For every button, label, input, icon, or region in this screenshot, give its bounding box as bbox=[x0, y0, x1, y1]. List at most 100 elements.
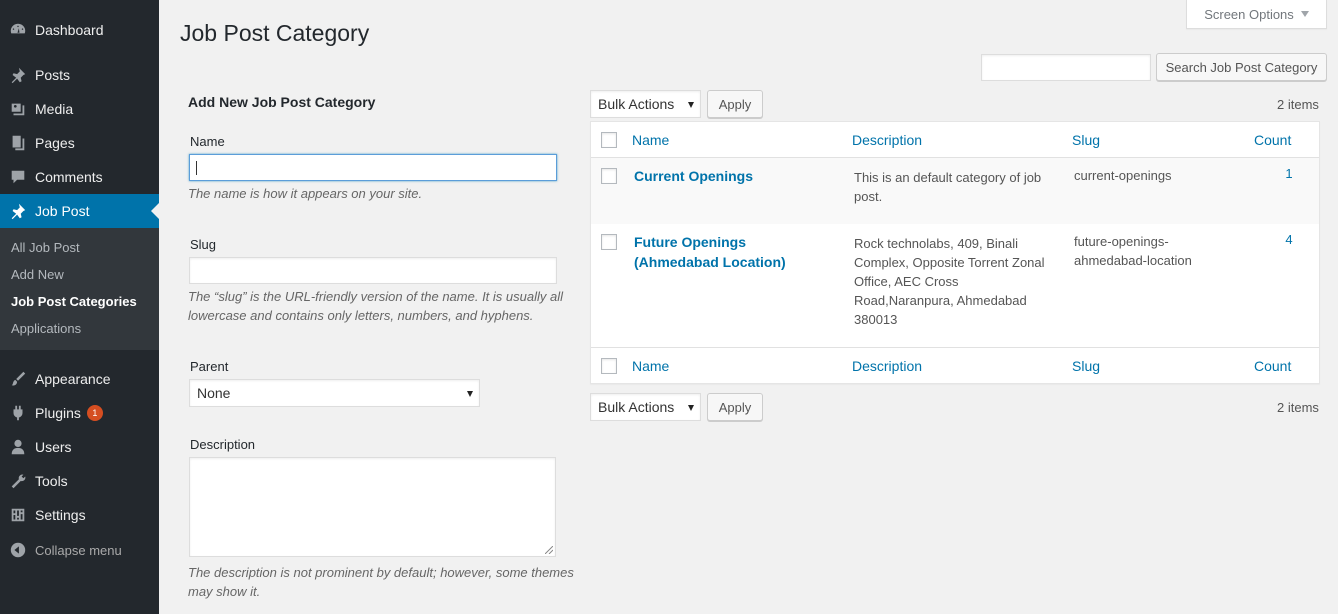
collapse-icon bbox=[0, 541, 35, 559]
page-title: Job Post Category bbox=[180, 20, 370, 46]
column-header-name[interactable]: Name bbox=[632, 132, 669, 148]
comment-icon bbox=[0, 168, 35, 186]
dropdown-arrow-icon bbox=[688, 102, 694, 108]
row-count-link[interactable]: 4 bbox=[1279, 232, 1299, 247]
column-footer-slug[interactable]: Slug bbox=[1072, 358, 1100, 374]
chevron-down-icon bbox=[1300, 11, 1309, 17]
bulk-actions-select-bottom[interactable]: Bulk Actions bbox=[590, 393, 701, 421]
row-checkbox[interactable] bbox=[601, 234, 617, 250]
row-description: Rock technolabs, 409, Binali Complex, Op… bbox=[854, 236, 1045, 327]
apply-label: Apply bbox=[718, 96, 752, 112]
name-label: Name bbox=[190, 134, 225, 149]
plug-icon bbox=[0, 404, 35, 422]
row-count-link[interactable]: 1 bbox=[1279, 166, 1299, 181]
slug-help-text: The “slug” is the URL-friendly version o… bbox=[188, 289, 563, 323]
row-slug: current-openings bbox=[1074, 168, 1172, 183]
submenu-job-post-categories[interactable]: Job Post Categories bbox=[11, 294, 137, 309]
apply-button-top[interactable]: Apply bbox=[707, 90, 763, 118]
sidebar-item-label: Plugins bbox=[35, 405, 81, 421]
wrench-icon bbox=[0, 472, 35, 490]
screen-options-label: Screen Options bbox=[1204, 6, 1294, 22]
items-count-bottom: 2 items bbox=[1277, 400, 1319, 415]
pin-icon bbox=[0, 66, 35, 84]
collapse-menu-button[interactable]: Collapse menu bbox=[0, 538, 122, 562]
column-header-count[interactable]: Count bbox=[1254, 132, 1291, 148]
sidebar-item-appearance[interactable]: Appearance bbox=[0, 362, 159, 396]
sidebar-item-users[interactable]: Users bbox=[0, 430, 159, 464]
table-row: Future Openings (Ahmedabad Location) Roc… bbox=[591, 224, 1319, 347]
submenu-all-job-post[interactable]: All Job Post bbox=[11, 240, 80, 255]
row-description: This is an default category of job post. bbox=[854, 170, 1042, 204]
sidebar-item-posts[interactable]: Posts bbox=[0, 58, 159, 92]
row-checkbox[interactable] bbox=[601, 168, 617, 184]
parent-select-value: None bbox=[197, 385, 231, 401]
sidebar-item-label: Users bbox=[35, 439, 72, 455]
pin-icon bbox=[0, 202, 35, 220]
sidebar-item-label: Media bbox=[35, 101, 74, 117]
media-icon bbox=[0, 100, 35, 118]
sidebar-item-label: Tools bbox=[35, 473, 68, 489]
sidebar-item-plugins[interactable]: Plugins 1 bbox=[0, 396, 159, 430]
row-name-link[interactable]: Future Openings (Ahmedabad Location) bbox=[634, 232, 804, 272]
submenu-applications[interactable]: Applications bbox=[11, 321, 81, 336]
description-textarea[interactable] bbox=[189, 457, 556, 557]
column-header-description[interactable]: Description bbox=[852, 132, 922, 148]
search-button-label: Search Job Post Category bbox=[1165, 59, 1318, 75]
slug-field[interactable] bbox=[189, 257, 557, 284]
column-footer-name[interactable]: Name bbox=[632, 358, 669, 374]
plugins-update-badge: 1 bbox=[86, 405, 103, 421]
row-name-link[interactable]: Current Openings bbox=[634, 166, 804, 186]
sidebar-item-label: Appearance bbox=[35, 371, 111, 387]
row-slug: future-openings-ahmedabad-location bbox=[1074, 234, 1192, 268]
apply-button-bottom[interactable]: Apply bbox=[707, 393, 763, 421]
search-input[interactable] bbox=[981, 54, 1151, 81]
search-button[interactable]: Search Job Post Category bbox=[1156, 53, 1327, 81]
description-help-text: The description is not prominent by defa… bbox=[188, 565, 574, 599]
submenu-add-new[interactable]: Add New bbox=[11, 267, 64, 282]
parent-label: Parent bbox=[190, 359, 229, 374]
column-footer-count[interactable]: Count bbox=[1254, 358, 1291, 374]
admin-sidebar: Dashboard Posts Media Pages Comments Job… bbox=[0, 0, 159, 614]
sidebar-item-comments[interactable]: Comments bbox=[0, 160, 159, 194]
settings-icon bbox=[0, 506, 35, 524]
name-field[interactable] bbox=[189, 154, 557, 181]
sidebar-item-pages[interactable]: Pages bbox=[0, 126, 159, 160]
sidebar-item-label: Dashboard bbox=[35, 22, 104, 38]
apply-label: Apply bbox=[718, 399, 752, 415]
column-footer-description[interactable]: Description bbox=[852, 358, 922, 374]
pages-icon bbox=[0, 134, 35, 152]
sidebar-item-label: Settings bbox=[35, 507, 86, 523]
resize-grip-icon[interactable] bbox=[545, 546, 553, 554]
select-all-checkbox[interactable] bbox=[601, 132, 617, 148]
collapse-menu-label: Collapse menu bbox=[35, 542, 122, 558]
items-count-top: 2 items bbox=[1277, 97, 1319, 112]
bulk-actions-label: Bulk Actions bbox=[598, 96, 675, 112]
screen-options-button[interactable]: Screen Options bbox=[1186, 0, 1327, 29]
sidebar-item-dashboard[interactable]: Dashboard bbox=[0, 13, 159, 47]
dropdown-arrow-icon bbox=[688, 405, 694, 411]
bulk-actions-select-top[interactable]: Bulk Actions bbox=[590, 90, 701, 118]
sidebar-item-label: Posts bbox=[35, 67, 71, 83]
column-header-slug[interactable]: Slug bbox=[1072, 132, 1100, 148]
sidebar-item-settings[interactable]: Settings bbox=[0, 498, 159, 532]
categories-table: Name Description Slug Count Current Open… bbox=[590, 121, 1320, 384]
dashboard-icon bbox=[0, 21, 35, 39]
description-label: Description bbox=[190, 437, 256, 452]
table-footer: Name Description Slug Count bbox=[591, 347, 1319, 383]
sidebar-item-tools[interactable]: Tools bbox=[0, 464, 159, 498]
select-all-checkbox-footer[interactable] bbox=[601, 358, 617, 374]
sidebar-item-label: Comments bbox=[35, 169, 103, 185]
sidebar-item-media[interactable]: Media bbox=[0, 92, 159, 126]
table-header: Name Description Slug Count bbox=[591, 122, 1319, 158]
current-menu-arrow bbox=[151, 203, 159, 219]
form-title: Add New Job Post Category bbox=[188, 94, 376, 110]
dropdown-arrow-icon bbox=[467, 391, 473, 397]
text-caret bbox=[196, 161, 197, 175]
brush-icon bbox=[0, 370, 35, 388]
parent-select[interactable]: None bbox=[189, 379, 480, 407]
name-help-text: The name is how it appears on your site. bbox=[188, 186, 423, 201]
sidebar-item-label: Job Post bbox=[35, 203, 90, 219]
job-post-submenu: All Job Post Add New Job Post Categories… bbox=[0, 228, 159, 350]
sidebar-item-label: Pages bbox=[35, 135, 75, 151]
sidebar-item-job-post[interactable]: Job Post bbox=[0, 194, 159, 228]
